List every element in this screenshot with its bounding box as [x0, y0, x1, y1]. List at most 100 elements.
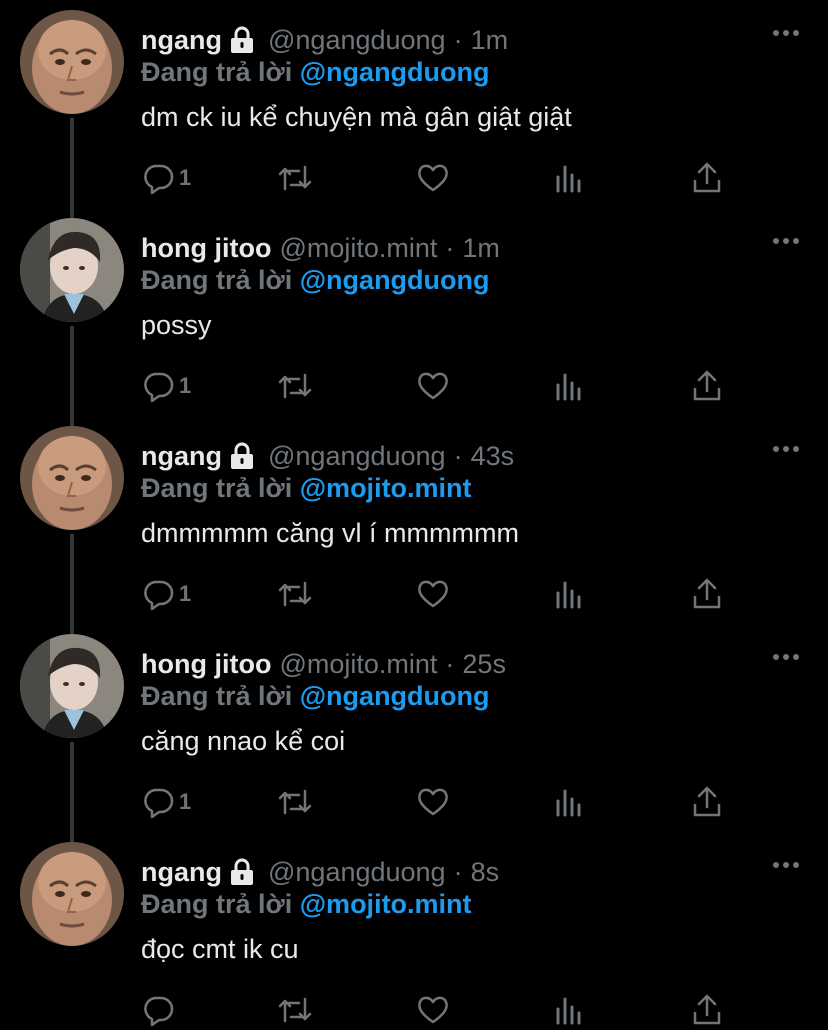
lock-icon	[231, 26, 253, 53]
tweet[interactable]: ngang @ngangduong · 8s Đang trả lời @moj…	[0, 842, 828, 1027]
views-button[interactable]	[555, 990, 585, 1030]
reply-count: 1	[179, 165, 192, 190]
timestamp[interactable]: 1m	[471, 25, 509, 56]
share-button[interactable]	[691, 990, 723, 1030]
retweet-button[interactable]	[277, 990, 313, 1030]
views-button[interactable]	[555, 366, 585, 406]
replying-to: Đang trả lời @ngangduong	[141, 681, 490, 712]
avatar[interactable]	[20, 10, 124, 114]
share-button[interactable]	[691, 158, 723, 198]
tweet[interactable]: ngang @ngangduong · 1m Đang trả lời @nga…	[0, 10, 828, 228]
like-button[interactable]	[416, 782, 450, 822]
replying-to: Đang trả lời @ngangduong	[141, 265, 490, 296]
tweet-text: dmmmmm căng vl í mmmmmm	[141, 518, 519, 548]
reply-button[interactable]	[141, 990, 179, 1030]
views-icon	[556, 997, 581, 1025]
display-name[interactable]: hong jitoo	[141, 649, 271, 680]
replying-to-label: Đang trả lời	[141, 681, 293, 711]
reply-mention-link[interactable]: @mojito.mint	[300, 473, 472, 503]
replying-to: Đang trả lời @ngangduong	[141, 57, 490, 88]
views-button[interactable]	[555, 158, 585, 198]
tweet-header: hong jitoo @mojito.mint · 25s	[141, 646, 506, 682]
reply-mention-link[interactable]: @mojito.mint	[300, 889, 472, 919]
share-button[interactable]	[691, 574, 723, 614]
replying-to-label: Đang trả lời	[141, 57, 293, 87]
user-handle[interactable]: @mojito.mint	[279, 649, 437, 680]
tweet-header: ngang @ngangduong · 8s	[141, 854, 499, 890]
like-button[interactable]	[416, 574, 450, 614]
avatar[interactable]	[20, 634, 124, 738]
reply-button[interactable]: 1	[141, 782, 191, 822]
avatar[interactable]	[20, 426, 124, 530]
retweet-button[interactable]	[277, 782, 313, 822]
tweet-actions: 1	[0, 574, 828, 614]
timestamp[interactable]: 43s	[471, 441, 515, 472]
replying-to: Đang trả lời @mojito.mint	[141, 473, 472, 504]
reply-button[interactable]: 1	[141, 158, 191, 198]
views-icon	[556, 581, 581, 609]
views-button[interactable]	[555, 782, 585, 822]
reply-count: 1	[179, 789, 192, 814]
jitoo-avatar-icon	[20, 634, 124, 738]
reply-mention-link[interactable]: @ngangduong	[300, 57, 490, 87]
tweet-actions	[0, 990, 828, 1030]
more-icon[interactable]	[772, 28, 800, 38]
reply-mention-link[interactable]: @ngangduong	[300, 681, 490, 711]
display-name[interactable]: ngang	[141, 441, 222, 472]
separator-dot: ·	[453, 856, 463, 887]
share-icon	[693, 370, 721, 401]
user-handle[interactable]: @mojito.mint	[279, 233, 437, 264]
user-handle[interactable]: @ngangduong	[268, 857, 446, 888]
tweet[interactable]: hong jitoo @mojito.mint · 25s Đang trả l…	[0, 634, 828, 844]
timestamp[interactable]: 1m	[462, 233, 500, 264]
share-button[interactable]	[691, 782, 723, 822]
display-name[interactable]: hong jitoo	[141, 233, 271, 264]
share-icon	[693, 994, 721, 1025]
user-handle[interactable]: @ngangduong	[268, 441, 446, 472]
reply-count: 1	[179, 373, 192, 398]
heart-icon	[418, 164, 448, 192]
retweet-icon	[278, 997, 312, 1023]
views-button[interactable]	[555, 574, 585, 614]
thread-connector	[70, 208, 74, 218]
retweet-icon	[278, 373, 312, 399]
separator-dot: ·	[453, 24, 463, 55]
more-icon[interactable]	[772, 860, 800, 870]
timestamp[interactable]: 25s	[462, 649, 506, 680]
rock-avatar-icon	[20, 842, 124, 946]
views-icon	[556, 373, 581, 401]
retweet-button[interactable]	[277, 158, 313, 198]
like-button[interactable]	[416, 366, 450, 406]
tweet-header: hong jitoo @mojito.mint · 1m	[141, 230, 500, 266]
tweet[interactable]: hong jitoo @mojito.mint · 1m Đang trả lờ…	[0, 208, 828, 428]
share-icon	[693, 162, 721, 193]
more-icon[interactable]	[772, 444, 800, 454]
more-icon[interactable]	[772, 652, 800, 662]
more-icon[interactable]	[772, 236, 800, 246]
like-button[interactable]	[416, 158, 450, 198]
tweet-actions: 1	[0, 158, 828, 198]
reply-button[interactable]: 1	[141, 574, 191, 614]
display-name[interactable]: ngang	[141, 857, 222, 888]
reply-button[interactable]: 1	[141, 366, 191, 406]
tweet-header: ngang @ngangduong · 43s	[141, 438, 514, 474]
retweet-icon	[278, 789, 312, 815]
retweet-button[interactable]	[277, 574, 313, 614]
reply-count: 1	[179, 581, 192, 606]
like-button[interactable]	[416, 990, 450, 1030]
retweet-icon	[278, 165, 312, 191]
reply-mention-link[interactable]: @ngangduong	[300, 265, 490, 295]
replying-to-label: Đang trả lời	[141, 265, 293, 295]
avatar[interactable]	[20, 842, 124, 946]
avatar[interactable]	[20, 218, 124, 322]
user-handle[interactable]: @ngangduong	[268, 25, 446, 56]
reply-icon	[144, 164, 174, 195]
timestamp[interactable]: 8s	[471, 857, 500, 888]
share-button[interactable]	[691, 366, 723, 406]
retweet-button[interactable]	[277, 366, 313, 406]
heart-icon	[418, 788, 448, 816]
tweet[interactable]: ngang @ngangduong · 43s Đang trả lời @mo…	[0, 424, 828, 634]
separator-dot: ·	[445, 232, 455, 263]
display-name[interactable]: ngang	[141, 25, 222, 56]
lock-icon	[231, 442, 253, 469]
